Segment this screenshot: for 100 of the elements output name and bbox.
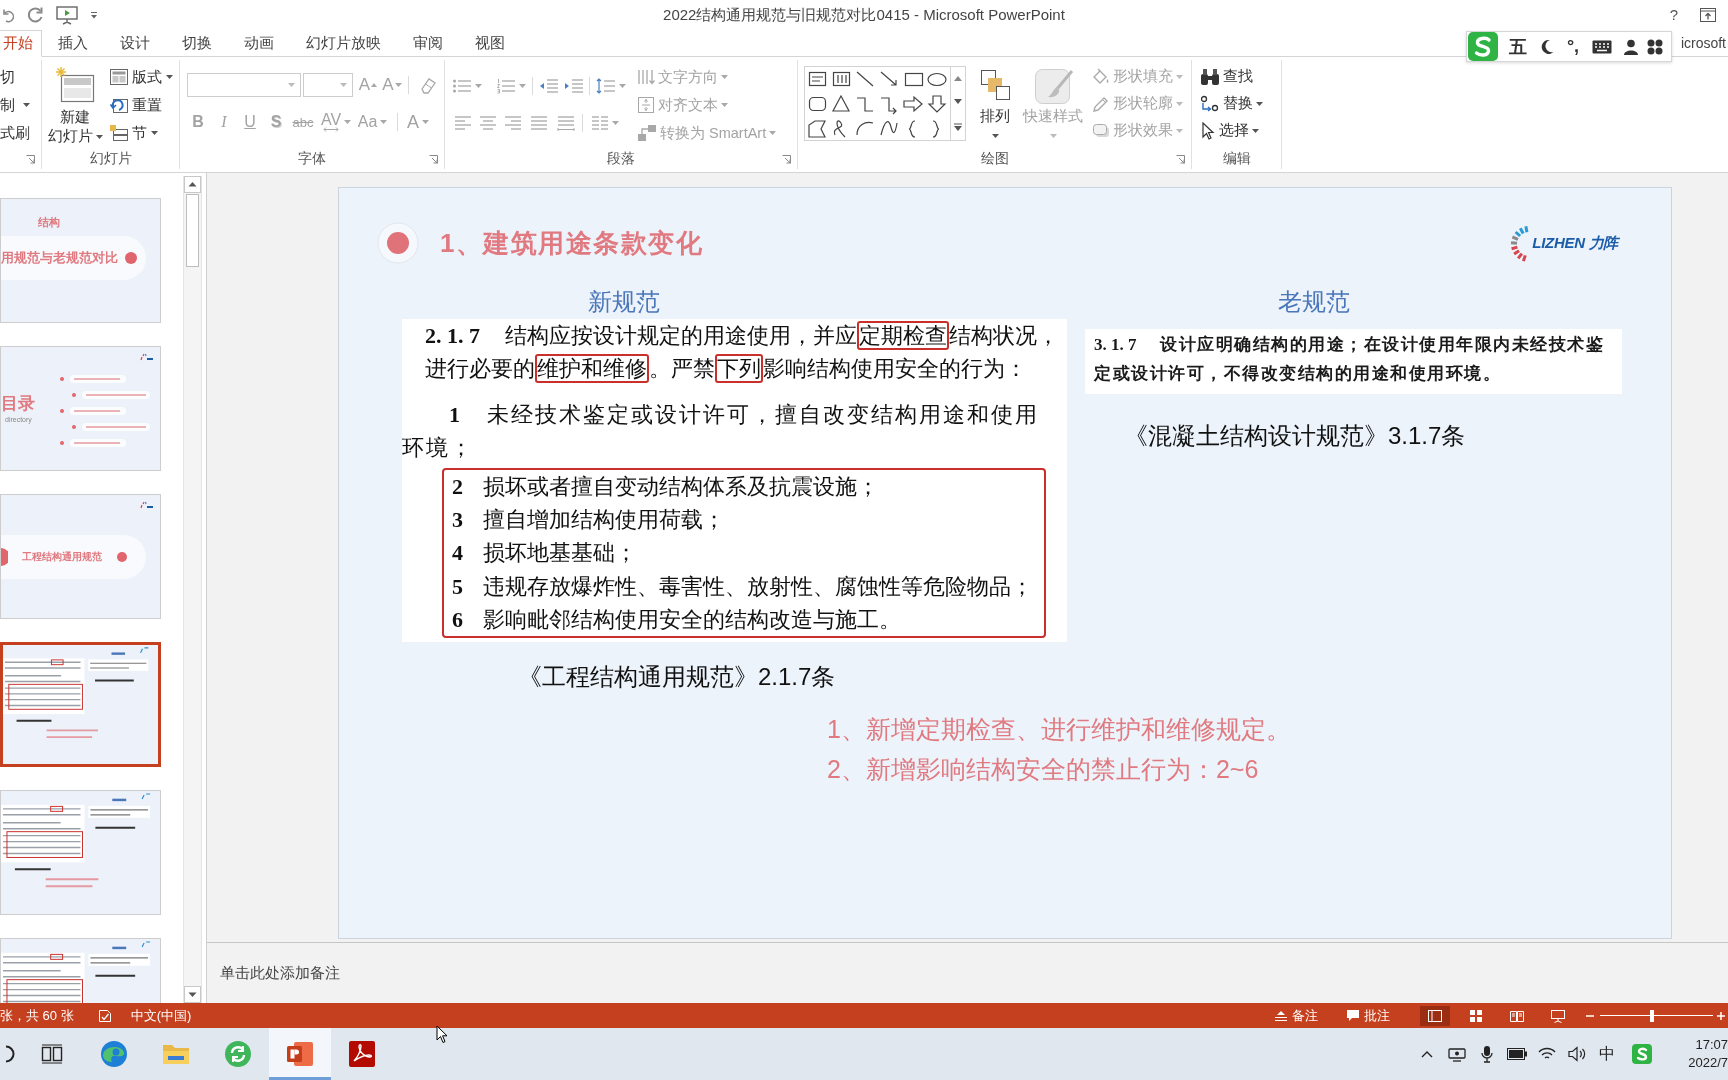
reset-icon	[110, 97, 128, 113]
customize-icon[interactable]	[90, 11, 98, 19]
ribbon-button[interactable]: 制	[0, 91, 30, 119]
circular-arrows-icon[interactable]	[224, 1040, 252, 1068]
redo-icon[interactable]	[26, 6, 44, 24]
ribbon-tab[interactable]: 切换	[166, 30, 228, 57]
dialog-launcher-icon[interactable]	[429, 154, 438, 164]
volume-icon[interactable]	[1568, 1046, 1586, 1062]
task-view-icon[interactable]	[41, 1044, 63, 1064]
caret-icon	[1049, 133, 1057, 138]
ribbon-tab[interactable]: 设计	[104, 30, 166, 57]
increase-indent-icon[interactable]	[564, 78, 584, 94]
wifi-icon[interactable]	[1538, 1047, 1556, 1061]
browser-icon[interactable]	[100, 1040, 128, 1068]
gallery-up-icon[interactable]	[954, 76, 962, 82]
document-check-icon[interactable]	[97, 1008, 112, 1023]
ime-logo-icon[interactable]	[1632, 1044, 1652, 1064]
ime-logo-icon[interactable]	[1467, 31, 1499, 62]
logo-wordmark: LIZHEN 力阵	[1532, 233, 1618, 253]
replace-button[interactable]: 替换	[1200, 90, 1263, 117]
caret-icon	[769, 131, 777, 135]
slide-title: 1、建筑用途条款变化	[440, 226, 704, 260]
taskbar-button[interactable]	[269, 1028, 331, 1080]
comment-icon	[1346, 1009, 1360, 1022]
battery-icon[interactable]	[1507, 1048, 1527, 1060]
ribbon-tab[interactable]: 动画	[228, 30, 290, 57]
find-button[interactable]: 查找	[1200, 63, 1263, 90]
slide-thumbnail[interactable]	[0, 642, 161, 767]
caret-icon	[991, 133, 999, 138]
notes-button[interactable]: 备注	[1274, 1006, 1327, 1025]
monitor-icon[interactable]	[1448, 1046, 1466, 1062]
ribbon-tab[interactable]: 审阅	[397, 30, 459, 57]
undo-icon[interactable]	[0, 7, 14, 23]
clock-date[interactable]: 2022/7	[1688, 1054, 1728, 1072]
scroll-down-icon[interactable]	[184, 986, 201, 1003]
language-status[interactable]: 中文(中国)	[130, 1006, 192, 1025]
new-slide-button[interactable]: 新建 幻灯片	[47, 60, 103, 149]
group-label: 绘图	[980, 150, 1009, 168]
moon-icon[interactable]	[1540, 38, 1554, 55]
select-button[interactable]: 选择	[1200, 117, 1263, 144]
ribbon-tab[interactable]: 幻灯片放映	[290, 30, 397, 57]
ribbon-tab[interactable]: 插入	[42, 30, 104, 57]
group-label: 段落	[607, 150, 635, 168]
folder-icon[interactable]	[162, 1042, 190, 1066]
ribbon-button[interactable]: 切	[0, 63, 30, 91]
grid-menu-icon[interactable]	[1647, 38, 1663, 55]
caret-icon	[1176, 128, 1183, 133]
caret-icon	[1176, 74, 1183, 79]
new-slide-icon	[55, 66, 95, 105]
gallery-more-icon[interactable]	[954, 122, 962, 131]
dialog-launcher-icon[interactable]	[1176, 154, 1185, 164]
gallery-down-icon[interactable]	[954, 99, 962, 105]
decrease-indent-icon[interactable]	[539, 78, 559, 94]
clock-time[interactable]: 17:07	[1695, 1036, 1728, 1054]
account-name[interactable]: icrosoft	[1680, 35, 1728, 51]
ribbon-display-icon[interactable]	[1700, 8, 1716, 22]
arrange-button[interactable]: 排列	[975, 60, 1015, 149]
scrollbar-thumb[interactable]	[186, 194, 199, 267]
scroll-up-icon[interactable]	[184, 176, 201, 193]
mouse-cursor-icon	[436, 1025, 448, 1044]
dialog-launcher-icon[interactable]	[26, 154, 35, 164]
keyboard-icon[interactable]	[1592, 39, 1612, 54]
reset-button[interactable]: 重置	[110, 91, 173, 119]
layout-icon	[110, 69, 128, 85]
microphone-icon[interactable]	[1481, 1045, 1493, 1063]
ribbon-tab[interactable]: 开始	[0, 30, 42, 57]
presentation-app-icon[interactable]	[286, 1041, 314, 1067]
replace-icon	[1200, 94, 1220, 113]
input-method-indicator[interactable]: 中	[1599, 1043, 1615, 1065]
zoom-slider-thumb[interactable]	[1649, 1009, 1654, 1022]
ime-mode-button[interactable]: 五	[1508, 34, 1528, 59]
person-icon[interactable]	[1623, 38, 1639, 55]
logo-mark-icon	[140, 353, 154, 361]
list-item: 4 损坏地基基础；	[452, 539, 638, 568]
paint-bucket-icon	[1092, 67, 1110, 86]
line-spacing-icon[interactable]	[596, 78, 616, 94]
chevron-up-icon[interactable]	[1421, 1050, 1433, 1058]
marked-phrase: 维护和维修	[535, 354, 649, 383]
list-item: 2 损坏或者擅自变动结构体系及抗震设施；	[452, 473, 880, 501]
section-button[interactable]: 节	[110, 119, 173, 147]
normal-view-icon[interactable]	[1420, 1005, 1450, 1026]
bullet-dot-icon	[376, 221, 420, 265]
group-label: 编辑	[1222, 150, 1251, 168]
zoom-in-icon[interactable]	[1716, 1010, 1726, 1021]
help-button[interactable]: ?	[1669, 6, 1678, 24]
font-name-field[interactable]	[187, 73, 301, 97]
comments-button[interactable]: 批注	[1346, 1006, 1396, 1025]
punctuation-button[interactable]: °,	[1562, 36, 1584, 57]
font-size-field[interactable]	[303, 73, 353, 97]
slide-counter: 张，共 60 张	[0, 1006, 74, 1025]
ribbon-tab[interactable]: 视图	[459, 30, 521, 57]
caret-icon	[1176, 101, 1183, 106]
caret-icon	[340, 83, 347, 87]
source-citation: 《混凝土结构设计规范》3.1.7条	[1123, 421, 1467, 451]
ribbon-button[interactable]: 式刷	[0, 119, 30, 147]
slideshow-icon[interactable]	[56, 5, 78, 25]
dialog-launcher-icon[interactable]	[782, 154, 791, 164]
layout-button[interactable]: 版式	[110, 63, 173, 91]
document-app-icon[interactable]	[349, 1041, 375, 1067]
text-direction-icon	[637, 68, 655, 86]
